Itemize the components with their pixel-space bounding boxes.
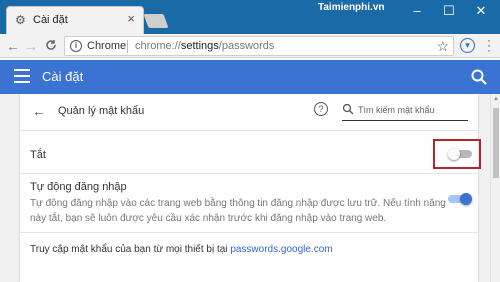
access-passwords-text: Truy cập mật khẩu của bạn từ mọi thiết b… bbox=[30, 244, 333, 255]
toggle-knob bbox=[448, 148, 460, 160]
gear-icon: ⚙ bbox=[15, 13, 26, 27]
omnibox-separator bbox=[127, 40, 128, 53]
page-info-icon[interactable]: i bbox=[70, 40, 82, 52]
page-title: Quản lý mật khẩu bbox=[58, 105, 145, 117]
offer-save-toggle[interactable] bbox=[448, 148, 472, 160]
kebab-menu-icon[interactable]: · · · bbox=[484, 34, 494, 56]
settings-title: Cài đặt bbox=[42, 69, 84, 84]
hamburger-menu-icon[interactable] bbox=[14, 69, 30, 85]
auto-signin-description: Tự động đăng nhập vào các trang web bằng… bbox=[30, 198, 446, 224]
close-window-button[interactable]: ✕ bbox=[466, 2, 496, 20]
browser-toolbar: ← → i Chrome chrome://settings/passwords… bbox=[0, 34, 500, 58]
divider bbox=[20, 130, 478, 131]
scrollbar-thumb[interactable] bbox=[493, 108, 499, 178]
back-arrow-icon[interactable]: ← bbox=[32, 103, 46, 119]
divider bbox=[20, 232, 478, 233]
scrollbar[interactable]: ▲ bbox=[490, 94, 500, 282]
auto-signin-toggle[interactable] bbox=[448, 193, 472, 205]
auto-signin-title: Tự động đăng nhập bbox=[30, 181, 127, 193]
address-bar[interactable]: i Chrome chrome://settings/passwords ☆ bbox=[64, 36, 454, 56]
search-icon bbox=[342, 103, 354, 115]
forward-button[interactable]: → bbox=[22, 37, 40, 55]
settings-header: Cài đặt bbox=[0, 60, 500, 94]
password-search-input[interactable] bbox=[358, 101, 468, 119]
omnibox-url: chrome://settings/passwords bbox=[135, 40, 275, 52]
password-manager-card: ← Quản lý mật khẩu ? Tắt Tự động đăng nh… bbox=[20, 94, 481, 282]
scroll-up-icon[interactable]: ▲ bbox=[493, 96, 499, 102]
toggle-knob bbox=[460, 193, 472, 205]
minimize-button[interactable]: – bbox=[402, 2, 432, 20]
browser-tab[interactable]: ⚙ Cài đặt × bbox=[6, 6, 144, 34]
offer-save-label: Tắt bbox=[30, 149, 46, 161]
tab-close-icon[interactable]: × bbox=[127, 12, 135, 25]
help-icon[interactable]: ? bbox=[314, 102, 328, 116]
password-search[interactable] bbox=[342, 101, 468, 121]
omnibox-scheme: Chrome bbox=[87, 40, 127, 52]
passwords-google-link[interactable]: passwords.google.com bbox=[230, 244, 332, 255]
bookmark-star-icon[interactable]: ☆ bbox=[436, 38, 449, 55]
new-tab-button[interactable] bbox=[143, 14, 169, 28]
tab-title: Cài đặt bbox=[33, 14, 68, 26]
extension-icon[interactable]: ▾ bbox=[460, 38, 475, 53]
back-button[interactable]: ← bbox=[4, 37, 22, 55]
divider bbox=[20, 173, 478, 174]
browser-titlebar: ⚙ Cài đặt × Taimienphi.vn – ☐ ✕ bbox=[0, 0, 500, 34]
watermark: Taimienphi.vn bbox=[318, 2, 385, 13]
maximize-button[interactable]: ☐ bbox=[434, 2, 464, 20]
reload-icon[interactable] bbox=[42, 37, 60, 55]
search-icon[interactable] bbox=[470, 68, 488, 86]
